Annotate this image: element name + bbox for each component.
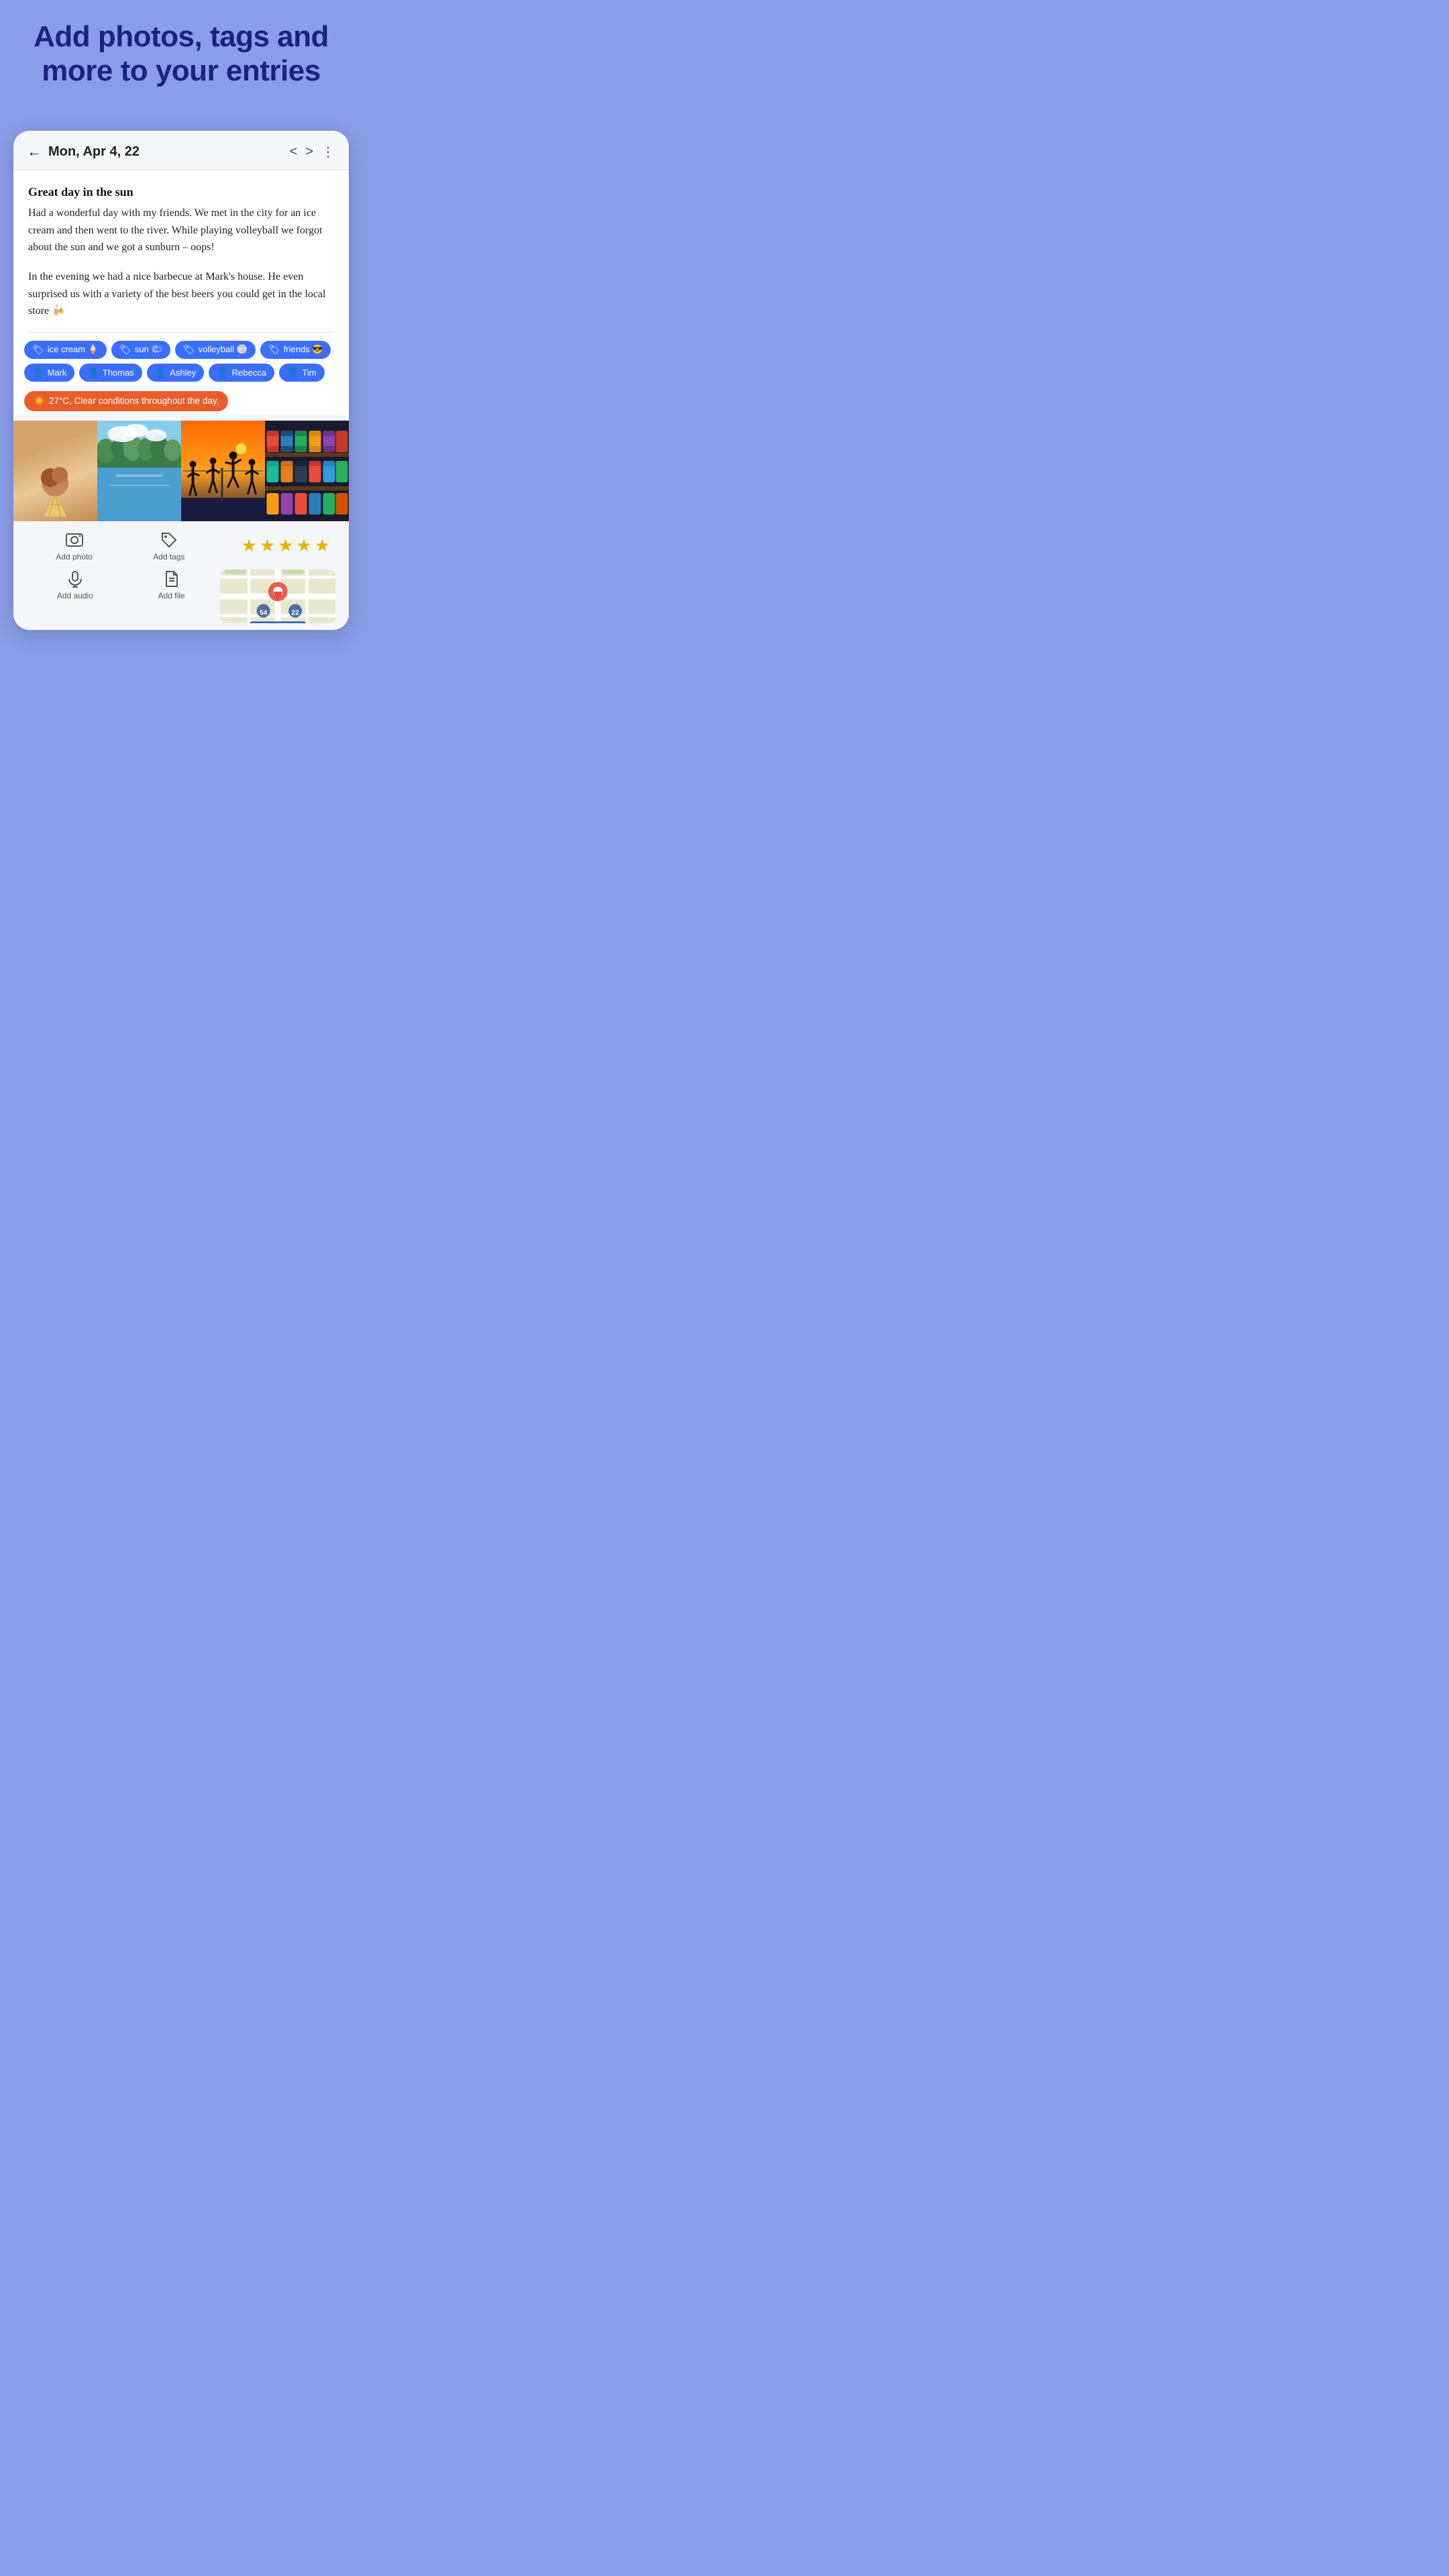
map-svg: 54 22 Chandler: [220, 570, 336, 623]
weather-icon: ☀️: [34, 396, 45, 407]
add-photo-label: Add photo: [56, 552, 93, 561]
tag-rebecca[interactable]: 👤 Rebecca: [209, 364, 274, 382]
add-file-button[interactable]: Add file: [123, 570, 220, 600]
photo-1[interactable]: [13, 421, 97, 521]
tag-label: Rebecca: [232, 368, 266, 378]
entry-title: Great day in the sun: [28, 185, 334, 199]
tag-label: ice cream 🍦: [48, 344, 99, 355]
tag-label: Ashley: [170, 368, 196, 378]
page-headline: Add photos, tags and more to your entrie…: [34, 20, 329, 109]
photos-row: [13, 421, 349, 521]
next-button[interactable]: >: [305, 144, 313, 160]
mic-icon: [66, 570, 85, 588]
star-2[interactable]: ★: [260, 535, 275, 556]
tag-icon: 🏷: [268, 344, 280, 356]
tag-sun[interactable]: 🏷 sun 🌤: [111, 341, 170, 359]
tag-thomas[interactable]: 👤 Thomas: [79, 364, 142, 382]
tag-mark[interactable]: 👤 Mark: [24, 364, 74, 382]
actions-row-1: Add photo Add tags ★ ★ ★ ★ ★: [13, 521, 349, 566]
add-audio-label: Add audio: [57, 591, 93, 600]
more-button[interactable]: ⋮: [321, 144, 335, 160]
add-photo-button[interactable]: Add photo: [27, 531, 121, 561]
tag-label: Mark: [47, 368, 66, 378]
star-5[interactable]: ★: [315, 535, 330, 556]
add-tags-label: Add tags: [153, 552, 184, 561]
entry-date: Mon, Apr 4, 22: [48, 144, 290, 160]
tag-icon: 🏷: [119, 344, 131, 356]
ice-cream-svg: [37, 464, 74, 518]
star-4[interactable]: ★: [296, 535, 311, 556]
beer-cans-svg: [265, 421, 349, 521]
tag-icecream[interactable]: 🏷 ice cream 🍦: [24, 341, 107, 359]
tag-ashley[interactable]: 👤 Ashley: [147, 364, 204, 382]
person-icon: 👤: [155, 367, 166, 378]
add-audio-button[interactable]: Add audio: [27, 570, 123, 600]
tag-icon: 🏷: [32, 344, 44, 356]
photo-icon: [65, 531, 84, 549]
photo-2[interactable]: [97, 421, 181, 521]
person-icon: 👤: [32, 367, 44, 378]
person-icon: 👤: [287, 367, 299, 378]
photo-3[interactable]: [181, 421, 265, 521]
file-icon: [162, 570, 181, 588]
tag-friends[interactable]: 🏷 friends 😎: [260, 341, 331, 359]
photo-4[interactable]: [265, 421, 349, 521]
star-3[interactable]: ★: [278, 535, 293, 556]
entry-paragraph2: In the evening we had a nice barbecue at…: [28, 268, 334, 320]
add-tags-button[interactable]: Add tags: [121, 531, 216, 561]
back-button[interactable]: ←: [27, 143, 48, 160]
map-thumbnail[interactable]: 54 22 Chandler: [220, 570, 336, 623]
tag-label: sun 🌤: [135, 344, 162, 355]
weather-text: 27°C, Clear conditions throughout the da…: [49, 396, 219, 406]
actions-row-2: Add audio Add file: [13, 566, 349, 630]
tag-label: volleyball 🏐: [199, 344, 248, 355]
tag-tim[interactable]: 👤 Tim: [279, 364, 325, 382]
volleyball-svg: [181, 421, 265, 521]
tags-section: 🏷 ice cream 🍦 🏷 sun 🌤 🏷 volleyball 🏐 🏷 f…: [13, 333, 349, 415]
tag-label: Thomas: [103, 368, 134, 378]
person-icon: 👤: [87, 367, 99, 378]
prev-button[interactable]: <: [290, 144, 298, 160]
headline-text: Add photos, tags and more to your entrie…: [34, 20, 329, 88]
entry-paragraph1: Had a wonderful day with my friends. We …: [28, 205, 334, 256]
headline-line2: more to your entries: [42, 54, 320, 87]
tag-volleyball[interactable]: 🏷 volleyball 🏐: [175, 341, 256, 359]
tag-label: Tim: [302, 368, 316, 378]
entry-card: ← Mon, Apr 4, 22 < > ⋮ Great day in the …: [13, 131, 349, 630]
star-1[interactable]: ★: [241, 535, 256, 556]
tags-row: 🏷 ice cream 🍦 🏷 sun 🌤 🏷 volleyball 🏐 🏷 f…: [24, 333, 338, 387]
weather-bar: ☀️ 27°C, Clear conditions throughout the…: [24, 391, 228, 411]
add-file-label: Add file: [158, 591, 185, 600]
stars-rating[interactable]: ★ ★ ★ ★ ★: [217, 535, 336, 556]
tag-icon: [160, 531, 178, 549]
tag-icon: 🏷: [183, 344, 195, 356]
nav-buttons: < > ⋮: [290, 144, 335, 160]
river-svg: [97, 421, 181, 521]
entry-body: Great day in the sun Had a wonderful day…: [13, 170, 349, 333]
svg-text:54: 54: [260, 609, 268, 616]
headline-line1: Add photos, tags and: [34, 20, 329, 53]
tag-label: friends 😎: [284, 344, 323, 355]
svg-text:22: 22: [291, 609, 299, 616]
card-header: ← Mon, Apr 4, 22 < > ⋮: [13, 131, 349, 170]
person-icon: 👤: [217, 367, 228, 378]
